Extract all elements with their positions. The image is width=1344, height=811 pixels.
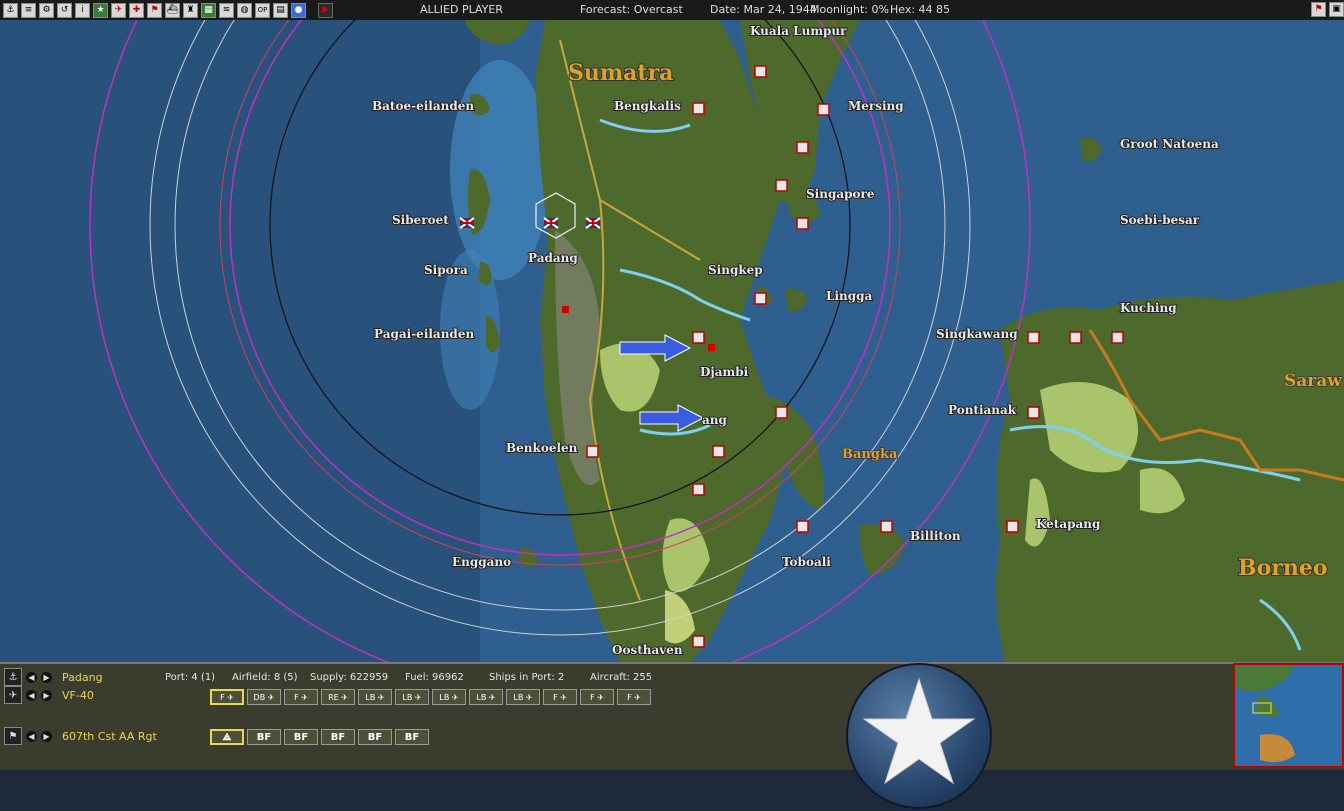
air-unit-button[interactable]: LB ✈ xyxy=(432,689,466,705)
place-enggano[interactable]: Enggano xyxy=(451,554,512,570)
hex-coordinates: Hex: 44 85 xyxy=(890,3,951,16)
ground-unit-list: ⟁ BF BF BF BF BF xyxy=(210,729,432,745)
air-unit-button[interactable]: RE ✈ xyxy=(321,689,355,705)
air-unit-button[interactable]: LB ✈ xyxy=(469,689,503,705)
gear-icon[interactable]: ⚙ xyxy=(39,2,54,18)
bf-unit-button[interactable]: BF xyxy=(358,729,392,745)
air-unit-button[interactable]: F ✈ xyxy=(580,689,614,705)
supply-stat: Supply: 622959 xyxy=(310,672,389,683)
place-lingga[interactable]: Lingga xyxy=(825,288,874,304)
bf-unit-button[interactable]: BF xyxy=(395,729,429,745)
globe-icon[interactable]: ◍ xyxy=(237,2,252,18)
ships-icon[interactable]: ≋ xyxy=(219,2,234,18)
list-icon[interactable]: ≡ xyxy=(21,2,36,18)
save-icon[interactable]: ● xyxy=(291,2,306,18)
bf-unit-button[interactable]: BF xyxy=(247,729,281,745)
place-batoe-eilanden[interactable]: Batoe-eilanden xyxy=(371,98,475,114)
fuel-stat: Fuel: 96962 xyxy=(405,672,464,683)
air-unit-button[interactable]: DB ✈ xyxy=(247,689,281,705)
aa-unit-button[interactable]: ⟁ xyxy=(210,729,244,745)
place-kuala-lumpur[interactable]: Kuala Lumpur xyxy=(749,23,848,39)
place-kuching[interactable]: Kuching xyxy=(1119,300,1178,316)
ship-icon[interactable]: ⛴ xyxy=(165,2,180,18)
allied-star-roundel xyxy=(846,663,992,809)
place-singapore[interactable]: Singapore xyxy=(805,186,876,202)
return-icon[interactable]: ↺ xyxy=(57,2,72,18)
place-padang[interactable]: Padang xyxy=(527,250,579,266)
top-toolbar: ⚓ ≡ ⚙ ↺ i ★ ✈ ✚ ⚑ ⛴ ♜ ▦ ≋ ◍ OP ▤ ● ▶ ALL… xyxy=(0,0,1344,21)
place-oosthaven[interactable]: Oosthaven xyxy=(611,642,684,658)
place-sipora[interactable]: Sipora xyxy=(423,262,469,278)
prev-squadron-icon[interactable]: ◀ xyxy=(26,689,37,701)
bf-unit-button[interactable]: BF xyxy=(284,729,318,745)
plane-icon[interactable]: ✈ xyxy=(4,686,22,704)
op-icon[interactable]: OP xyxy=(255,2,270,18)
next-unit-icon[interactable]: ▶ xyxy=(41,730,52,742)
play-icon[interactable]: ▶ xyxy=(318,2,333,18)
plane-icon[interactable]: ✈ xyxy=(111,2,126,18)
cross-icon[interactable]: ✚ xyxy=(129,2,144,18)
close-icon[interactable]: ▣ xyxy=(1329,2,1344,17)
air-unit-button[interactable]: F ✈ xyxy=(210,689,244,705)
minimap[interactable] xyxy=(1233,663,1344,768)
info-icon[interactable]: i xyxy=(75,2,90,18)
squadron-name[interactable]: VF-40 xyxy=(62,689,94,702)
place-pontianak[interactable]: Pontianak xyxy=(947,402,1018,418)
flag-toggle-icon[interactable]: ⚑ xyxy=(1311,2,1326,17)
place-pagai-eilanden[interactable]: Pagai-eilanden xyxy=(373,326,475,342)
anchor-icon[interactable]: ⚓ xyxy=(4,668,22,686)
ground-unit-name[interactable]: 607th Cst AA Rgt xyxy=(62,730,157,743)
air-unit-button[interactable]: F ✈ xyxy=(543,689,577,705)
strategic-map[interactable]: Sumatra Borneo Saraw Kuala Lumpur Batoe-… xyxy=(0,20,1344,662)
aircraft-stat: Aircraft: 255 xyxy=(590,672,653,683)
next-base-icon[interactable]: ▶ xyxy=(41,671,52,683)
place-bengkalis[interactable]: Bengkalis xyxy=(613,98,682,114)
air-unit-button[interactable]: LB ✈ xyxy=(506,689,540,705)
date: Date: Mar 24, 1944 xyxy=(710,3,817,16)
place-singkawang[interactable]: Singkawang xyxy=(935,326,1019,342)
place-mersing[interactable]: Mersing xyxy=(847,98,905,114)
air-unit-button[interactable]: LB ✈ xyxy=(358,689,392,705)
map-icon[interactable]: ▦ xyxy=(201,2,216,18)
prev-base-icon[interactable]: ◀ xyxy=(26,671,37,683)
place-soebi-besar[interactable]: Soebi-besar xyxy=(1119,212,1201,228)
prev-unit-icon[interactable]: ◀ xyxy=(26,730,37,742)
unit-icon[interactable]: ♜ xyxy=(183,2,198,18)
forecast: Forecast: Overcast xyxy=(580,3,683,16)
air-unit-button[interactable]: F ✈ xyxy=(284,689,318,705)
bf-unit-button[interactable]: BF xyxy=(321,729,355,745)
air-unit-button[interactable]: LB ✈ xyxy=(395,689,429,705)
place-benkoelen[interactable]: Benkoelen xyxy=(505,440,579,456)
sarawak-label: Saraw xyxy=(1284,371,1342,391)
base-name[interactable]: Padang xyxy=(62,671,103,684)
star-icon[interactable]: ★ xyxy=(93,2,108,18)
place-djambi[interactable]: Djambi xyxy=(699,364,750,380)
borneo-label: Borneo xyxy=(1238,555,1328,581)
airfield-stat: Airfield: 8 (5) xyxy=(232,672,298,683)
place-toboali[interactable]: Toboali xyxy=(781,554,832,570)
air-unit-list: F ✈ DB ✈ F ✈ RE ✈ LB ✈ LB ✈ LB ✈ LB ✈ LB… xyxy=(210,689,654,705)
place-ketapang[interactable]: Ketapang xyxy=(1035,516,1102,532)
place-bangka[interactable]: Bangka xyxy=(841,446,898,463)
air-unit-button[interactable]: F ✈ xyxy=(617,689,651,705)
info-panel: ⚓ ◀ ▶ Padang ✈ ◀ ▶ VF-40 ⚑ ◀ ▶ 607th Cst… xyxy=(0,662,1344,770)
place-singkep[interactable]: Singkep xyxy=(707,262,764,278)
place-siberoet[interactable]: Siberoet xyxy=(391,212,450,228)
flag-icon[interactable]: ⚑ xyxy=(147,2,162,18)
flag-icon[interactable]: ⚑ xyxy=(4,727,22,745)
port-stat: Port: 4 (1) xyxy=(165,672,216,683)
player-side: ALLIED PLAYER xyxy=(420,3,503,16)
place-billiton[interactable]: Billiton xyxy=(909,528,962,544)
sumatra-label: Sumatra xyxy=(568,60,673,86)
next-squadron-icon[interactable]: ▶ xyxy=(41,689,52,701)
report-icon[interactable]: ▤ xyxy=(273,2,288,18)
anchor-icon[interactable]: ⚓ xyxy=(3,2,18,18)
place-palembang-partial[interactable]: ang xyxy=(701,412,729,428)
moonlight: Moonlight: 0% xyxy=(810,3,889,16)
ships-in-port-stat: Ships in Port: 2 xyxy=(489,672,565,683)
place-groot-natoena[interactable]: Groot Natoena xyxy=(1119,136,1220,152)
